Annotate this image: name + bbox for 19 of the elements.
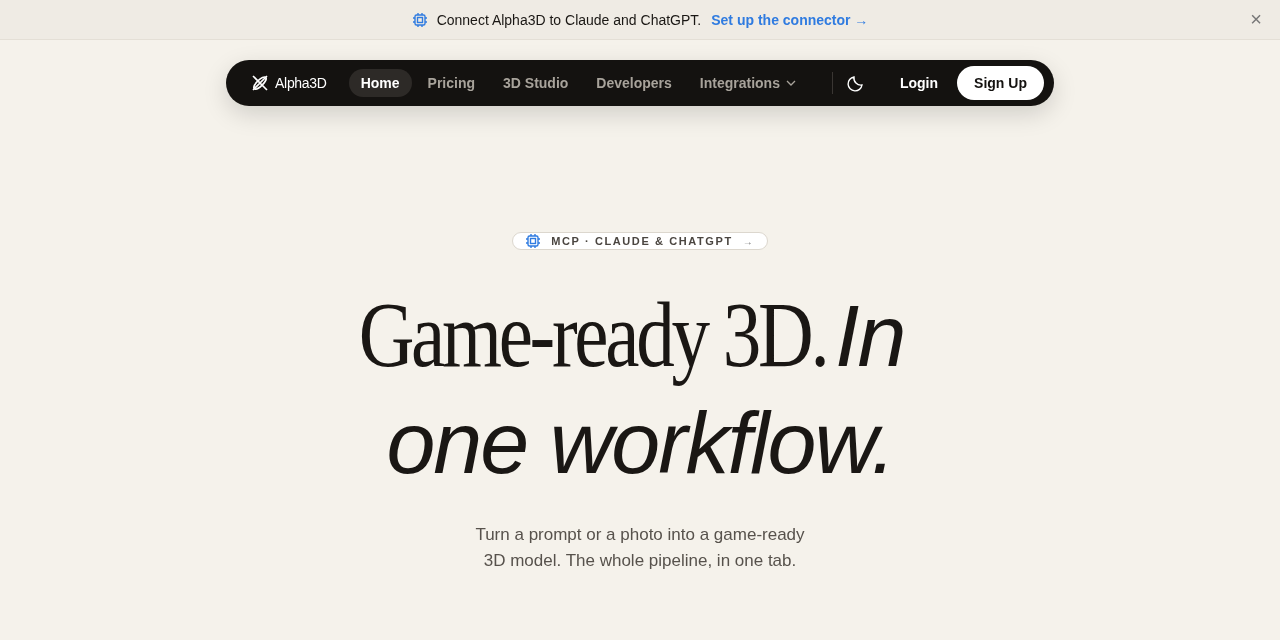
mcp-badge[interactable]: MCP · CLAUDE & CHATGPT → [512, 232, 768, 250]
nav-link[interactable]: Integrations [687, 69, 808, 97]
brand-name[interactable]: Alpha3D [275, 75, 327, 91]
chip-icon [411, 11, 428, 28]
logo-icon [250, 73, 271, 93]
moon-icon[interactable] [846, 74, 865, 92]
sign-up-button[interactable]: Sign Up [957, 66, 1044, 100]
login-button[interactable]: Login [882, 66, 956, 100]
chevron-down-icon [785, 80, 796, 86]
hero-subtitle: Turn a prompt or a photo into a game-ready 3D model. The whole pipeline, in one tab. [474, 524, 806, 572]
connector-link[interactable]: Set up the connector → [711, 11, 869, 28]
chip-icon [525, 233, 542, 249]
nav-link[interactable]: 3D Studio [491, 69, 581, 97]
hero-heading: Game-ready 3D.In one workflow. [357, 290, 906, 494]
nav-link[interactable]: Home [348, 69, 412, 97]
close-button[interactable]: × [1246, 8, 1266, 30]
banner-text: Connect Alpha3D to Claude and ChatGPT. [436, 11, 702, 28]
nav-link[interactable]: Pricing [415, 69, 487, 97]
nav-link[interactable]: Developers [584, 69, 684, 97]
